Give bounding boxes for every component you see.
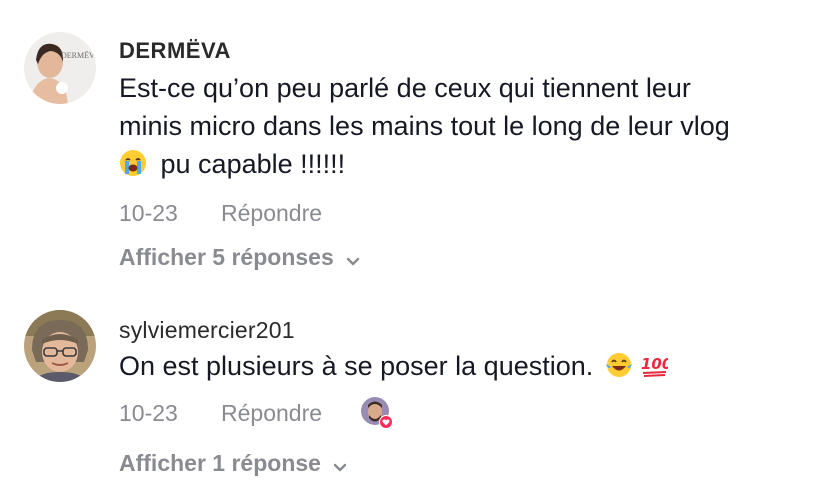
tears-of-joy-emoji xyxy=(605,351,633,389)
comment-text: Est-ce qu’on peu parlé de ceux qui tienn… xyxy=(119,69,730,187)
chevron-down-icon xyxy=(331,455,349,473)
view-replies-button[interactable]: Afficher 1 réponse xyxy=(119,450,349,477)
liked-by-creator-badge xyxy=(360,396,394,430)
comment-date: 10-23 xyxy=(119,200,178,226)
comment-username[interactable]: DERMËVA xyxy=(119,38,231,64)
view-replies-button[interactable]: Afficher 5 réponses xyxy=(119,244,362,271)
comment-text-line: minis micro dans les mains tout le long … xyxy=(119,111,730,141)
crying-face-emoji xyxy=(119,149,147,187)
reply-button[interactable]: Répondre xyxy=(221,400,322,427)
comment-text-segment: pu capable !!!!!! xyxy=(160,149,346,179)
comment-text-segment: On est plusieurs à se poser la question. xyxy=(119,351,594,381)
creator-avatar-icon xyxy=(361,397,393,429)
avatar-brand-text: DERMËVA xyxy=(61,51,96,60)
view-replies-label: Afficher 5 réponses xyxy=(119,244,334,270)
svg-text:100: 100 xyxy=(641,355,668,373)
comment-text-line: pu capable !!!!!! xyxy=(119,145,730,187)
view-replies-label: Afficher 1 réponse xyxy=(119,450,321,476)
avatar-image xyxy=(24,310,96,382)
comment-item: sylviemercier201 On est plusieurs à se p… xyxy=(0,290,816,496)
avatar[interactable] xyxy=(24,310,96,382)
avatar[interactable]: DERMËVA xyxy=(24,32,96,104)
comment-text: On est plusieurs à se poser la question.… xyxy=(119,347,673,389)
comment-item: DERMËVA DERMËVA Est-ce qu’on peu parlé d… xyxy=(0,0,816,290)
comment-date: 10-23 xyxy=(119,400,178,426)
avatar-image: DERMËVA xyxy=(24,32,96,104)
hundred-points-emoji: 100 xyxy=(640,351,673,389)
comment-text-line: Est-ce qu’on peu parlé de ceux qui tienn… xyxy=(119,73,691,103)
chevron-down-icon xyxy=(344,249,362,267)
reply-button[interactable]: Répondre xyxy=(221,200,322,227)
comment-username[interactable]: sylviemercier201 xyxy=(119,317,295,344)
